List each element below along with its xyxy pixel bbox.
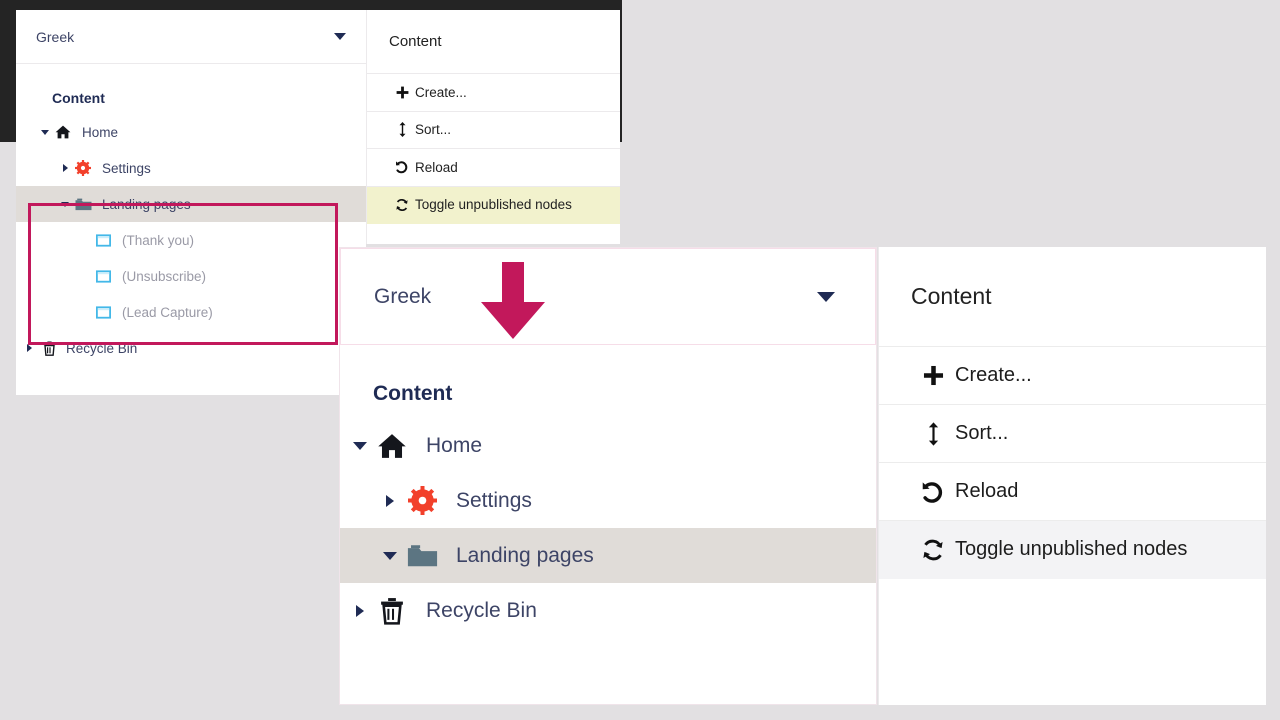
folder-icon	[72, 198, 94, 211]
tree-item-landing-pages[interactable]: Landing pages	[340, 528, 876, 583]
tree-item-label: Settings	[456, 489, 532, 513]
language-selector-value: Greek	[374, 285, 431, 309]
sort-icon	[911, 422, 955, 446]
refresh-icon	[911, 538, 955, 562]
expander-toggle[interactable]	[348, 442, 372, 450]
tree-item-label: Home	[82, 125, 118, 140]
menu-item-reload[interactable]: Reload	[367, 149, 620, 187]
expander-toggle[interactable]	[58, 164, 72, 172]
document-icon	[92, 234, 114, 247]
folder-icon	[402, 544, 442, 568]
tree-item-recycle-bin[interactable]: Recycle Bin	[340, 583, 876, 638]
tree-item-label: Settings	[102, 161, 151, 176]
menu-item-toggle-unpublished-nodes[interactable]: Toggle unpublished nodes	[879, 521, 1266, 579]
tree-item-home[interactable]: Home	[340, 418, 876, 473]
menu-item-label: Toggle unpublished nodes	[955, 538, 1187, 561]
language-selector-value: Greek	[36, 29, 74, 45]
undo-icon	[911, 480, 955, 504]
expander-toggle[interactable]	[38, 130, 52, 135]
menu-item-sort[interactable]: Sort...	[367, 112, 620, 150]
plus-icon	[911, 365, 955, 386]
tree-item-label: (Unsubscribe)	[122, 269, 206, 284]
document-icon	[92, 306, 114, 319]
trash-icon	[36, 341, 62, 356]
screenshot-canvas: Greek Content Home	[0, 0, 1280, 720]
home-icon	[52, 125, 74, 139]
tree-item-label: (Lead Capture)	[122, 305, 213, 320]
tree-item-label: Recycle Bin	[66, 341, 137, 356]
tree-item-label: Landing pages	[456, 544, 594, 568]
tree-item-landing-pages[interactable]: Landing pages	[16, 186, 366, 222]
menu-item-reload[interactable]: Reload	[879, 463, 1266, 521]
tree-item-label: Landing pages	[102, 197, 191, 212]
chevron-down-icon	[817, 292, 835, 302]
menu-header-large: Content	[879, 247, 1266, 347]
tree-item-label: Home	[426, 434, 482, 458]
menu-item-label: Create...	[955, 364, 1032, 387]
expander-toggle[interactable]	[58, 202, 72, 207]
tree-item-label: (Thank you)	[122, 233, 194, 248]
menu-item-create[interactable]: Create...	[879, 347, 1266, 405]
undo-icon	[389, 160, 415, 174]
menu-item-label: Toggle unpublished nodes	[415, 197, 572, 212]
tree-item-unsubscribe[interactable]: (Unsubscribe)	[16, 258, 366, 294]
expander-toggle[interactable]	[378, 552, 402, 560]
actions-menu-panel-small: Content Create... Sort... Reload	[366, 10, 620, 244]
tree-item-home[interactable]: Home	[16, 114, 366, 150]
menu-item-toggle-unpublished-nodes[interactable]: Toggle unpublished nodes	[367, 187, 620, 225]
document-icon	[92, 270, 114, 283]
menu-item-label: Reload	[955, 480, 1018, 503]
tree-item-settings[interactable]: Settings	[340, 473, 876, 528]
content-tree-panel-small: Greek Content Home	[16, 10, 366, 395]
expander-toggle[interactable]	[348, 605, 372, 617]
menu-item-create[interactable]: Create...	[367, 74, 620, 112]
menu-item-label: Reload	[415, 160, 458, 175]
arrow-down-icon	[477, 262, 549, 340]
chevron-down-icon	[334, 33, 346, 40]
tree-section-title: Content	[340, 345, 876, 418]
gear-icon	[72, 160, 94, 176]
gear-icon	[402, 486, 442, 515]
tree-item-settings[interactable]: Settings	[16, 150, 366, 186]
sort-icon	[389, 122, 415, 137]
tree-item-recycle-bin[interactable]: Recycle Bin	[16, 330, 366, 366]
tree-item-label: Recycle Bin	[426, 599, 537, 623]
menu-header-small: Content	[367, 10, 620, 74]
tree-item-lead-capture[interactable]: (Lead Capture)	[16, 294, 366, 330]
actions-menu-panel-large: Content Create... Sort... Reload	[878, 247, 1266, 705]
plus-icon	[389, 86, 415, 99]
menu-item-label: Sort...	[415, 122, 451, 137]
content-tree-panel-large: Greek Content Home	[339, 247, 877, 705]
language-selector-small[interactable]: Greek	[16, 10, 366, 64]
menu-item-label: Create...	[415, 85, 467, 100]
tree-item-thank-you[interactable]: (Thank you)	[16, 222, 366, 258]
tree-section-title: Content	[16, 64, 366, 114]
home-icon	[372, 433, 412, 459]
menu-item-label: Sort...	[955, 422, 1008, 445]
expander-toggle[interactable]	[378, 495, 402, 507]
menu-item-sort[interactable]: Sort...	[879, 405, 1266, 463]
expander-toggle[interactable]	[22, 344, 36, 352]
language-selector-large[interactable]: Greek	[340, 248, 876, 345]
refresh-icon	[389, 198, 415, 212]
trash-icon	[372, 597, 412, 625]
